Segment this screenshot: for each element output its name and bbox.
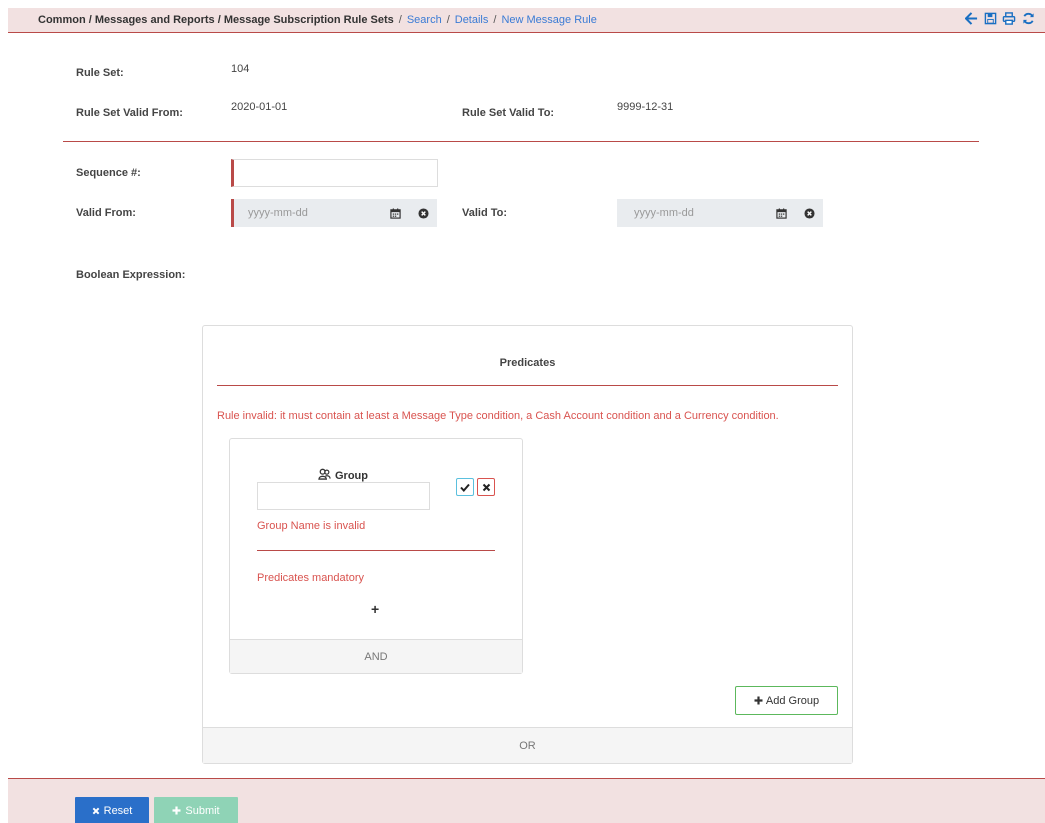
add-predicate-button[interactable]: + [371,601,379,617]
toolbar-icons [963,12,1035,26]
group-header: Group [318,468,368,483]
close-icon [482,483,490,491]
submit-label: Submit [185,804,220,817]
rule-set-label: Rule Set: [76,67,124,79]
group-name-input[interactable] [257,482,430,510]
rule-set-valid-from-value: 2020-01-01 [231,101,288,113]
group-title: Group [335,469,368,482]
check-icon [460,483,470,492]
predicates-mandatory-error: Predicates mandatory [257,572,364,584]
print-icon[interactable] [1002,12,1016,26]
rule-set-value: 104 [231,63,250,75]
valid-to-input[interactable]: yyyy-mm-dd [617,199,767,227]
group-icon [318,468,331,483]
predicates-divider [217,385,838,386]
and-footer: AND [230,639,522,673]
save-icon[interactable] [983,12,997,26]
confirm-group-button[interactable] [456,478,474,496]
rule-set-valid-from-label: Rule Set Valid From: [76,107,183,119]
sequence-input[interactable] [231,159,438,187]
refresh-icon[interactable] [1021,12,1035,26]
boolean-expression-label: Boolean Expression: [76,269,186,281]
header-divider [63,141,979,142]
valid-to-label: Valid To: [462,207,508,219]
calendar-icon[interactable] [381,199,409,227]
sequence-label: Sequence #: [76,167,141,179]
add-group-label: Add Group [765,694,820,707]
breadcrumb-separator: / [493,14,497,26]
breadcrumb-link-new-message-rule[interactable]: New Message Rule [501,14,596,26]
predicates-title: Predicates [499,357,556,369]
group-box: Group Group Name is invalid Predicates m… [229,438,523,674]
reset-button[interactable]: Reset [75,797,149,823]
valid-from-label: Valid From: [76,207,136,219]
close-icon [92,807,99,814]
reset-label: Reset [103,804,133,817]
submit-button[interactable]: Submit [154,797,238,823]
breadcrumb-bar: Common / Messages and Reports / Message … [8,8,1045,33]
rule-set-valid-to-label: Rule Set Valid To: [462,107,555,119]
breadcrumb-separator: / [398,14,402,26]
plus-icon [172,806,181,815]
plus-icon [754,696,763,705]
rule-set-valid-to-value: 9999-12-31 [617,101,674,113]
clear-date-icon[interactable] [409,199,437,227]
calendar-icon[interactable] [767,199,795,227]
breadcrumb-path: Common / Messages and Reports / Message … [38,14,394,26]
or-footer: OR [203,727,852,763]
breadcrumb-link-details[interactable]: Details [455,14,489,26]
action-bar: Reset Submit [8,778,1045,823]
valid-to-date-picker: yyyy-mm-dd [617,199,823,227]
cancel-group-button[interactable] [477,478,495,496]
breadcrumb-link-search[interactable]: Search [407,14,442,26]
valid-from-date-picker: yyyy-mm-dd [231,199,437,227]
rule-invalid-error: Rule invalid: it must contain at least a… [217,410,779,422]
back-arrow-icon[interactable] [963,12,978,26]
valid-from-input[interactable]: yyyy-mm-dd [231,199,381,227]
group-name-error: Group Name is invalid [257,520,366,532]
group-divider [257,550,495,551]
clear-date-icon[interactable] [795,199,823,227]
breadcrumb-separator: / [446,14,450,26]
add-group-button[interactable]: Add Group [735,686,838,715]
